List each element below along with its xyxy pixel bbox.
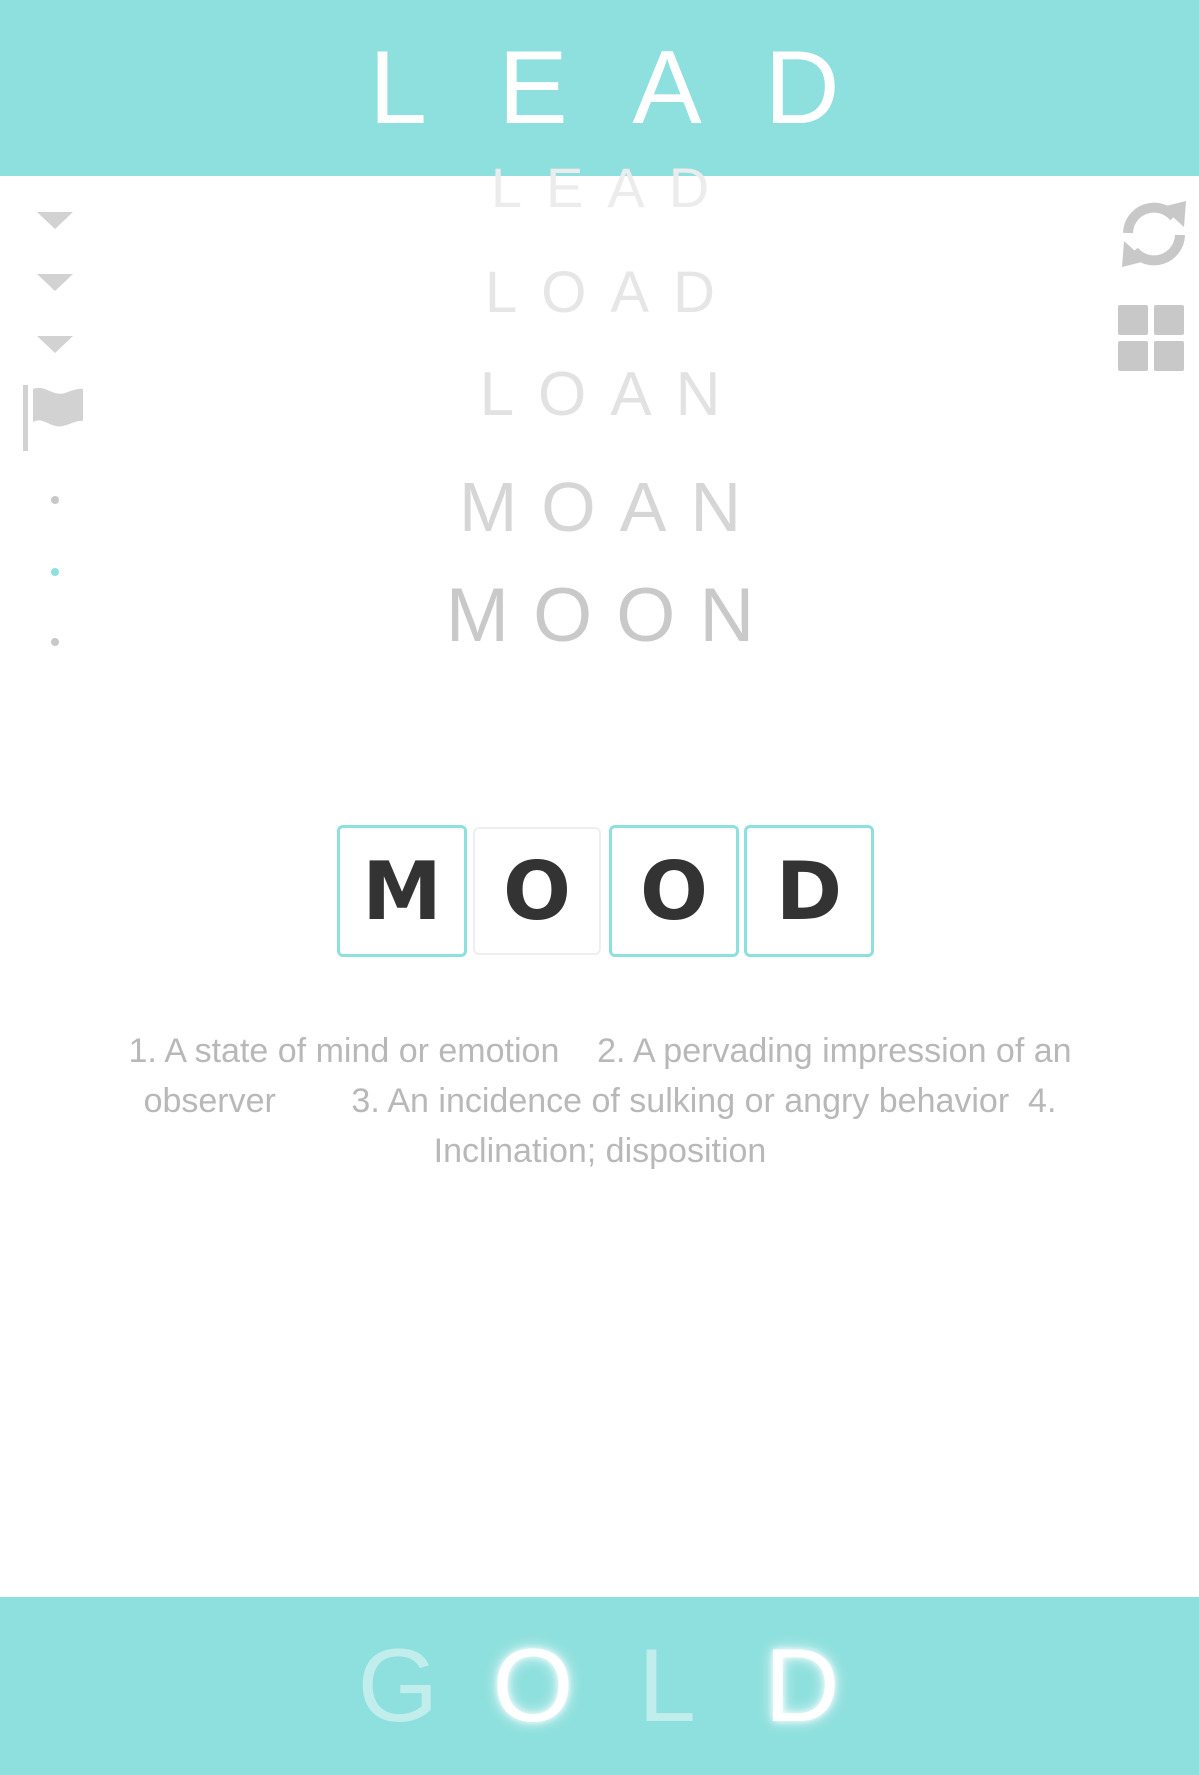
history-letter: N [690,468,766,546]
step-dot [51,638,59,646]
history-letter: O [541,468,620,546]
target-word-letter-matched: O [492,1628,574,1744]
step-dot [51,496,59,504]
start-word-letter: D [764,30,840,146]
letter-tile[interactable]: O [473,827,601,955]
flag-icon [23,385,83,451]
history-letter: L [485,260,542,325]
history-letter: D [673,260,739,325]
history-letter: L [479,360,539,429]
history-letter: M [445,573,534,658]
letter-tile[interactable]: M [337,825,467,957]
chevron-down-icon [37,274,73,291]
history-letter: A [610,360,676,429]
history-letter: N [699,573,779,658]
target-word-letter-matched: D [764,1628,840,1744]
history-letter: A [610,260,674,325]
history-letter: D [668,156,734,219]
start-word-banner: L E A D [0,0,1199,176]
history-letter: A [607,156,669,219]
history-letter: A [619,468,691,546]
target-word-letter: G [357,1628,439,1744]
history-letter: N [675,360,745,429]
word-definition: 1. A state of mind or emotion 2. A perva… [128,1032,1081,1170]
target-word-letter: L [638,1628,696,1744]
history-word: MOON [446,578,778,654]
history-word: LOAN [480,364,745,426]
history-letter: M [458,468,542,546]
history-word: LEAD [491,160,733,216]
start-word-letter: E [498,30,568,146]
start-word-letter: L [369,30,427,146]
chevron-down-icon [37,212,73,229]
history-letter: O [541,260,611,325]
grid-icon[interactable] [1118,305,1186,373]
history-letter: O [538,360,611,429]
target-word-banner: G O L D [0,1597,1199,1775]
start-word-letter: A [632,30,702,146]
letter-tile[interactable]: O [609,825,739,957]
chevron-down-icon [37,336,73,353]
refresh-icon[interactable] [1118,197,1190,271]
history-letter: O [616,573,700,658]
letter-tile[interactable]: D [744,825,874,957]
history-word: MOAN [459,472,765,542]
history-letter: E [545,156,608,219]
history-word: LOAD [485,264,739,322]
history-letter: L [490,156,546,219]
step-dot-current [51,568,59,576]
history-letter: O [533,573,617,658]
